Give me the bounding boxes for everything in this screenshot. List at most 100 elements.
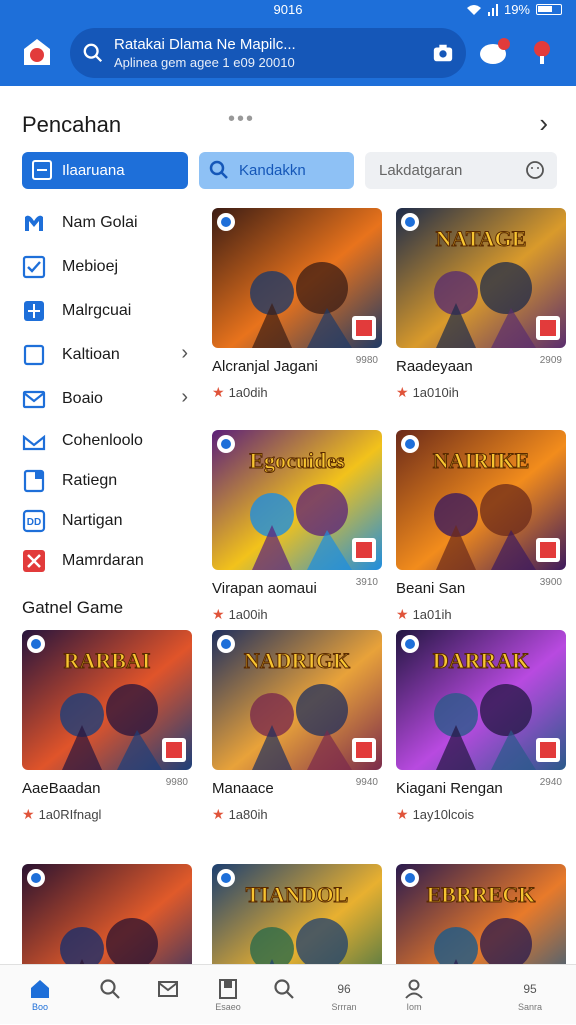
sidebar-item-8[interactable]: DD Nartigan	[22, 506, 192, 536]
game-title: Virapan aomaui	[212, 580, 317, 597]
svg-text:NATAGE: NATAGE	[436, 226, 527, 251]
nav-item[interactable]: 96 Srrran	[312, 965, 376, 1025]
sidebar-item-label: Nam Golai	[62, 214, 138, 231]
game-count: 9980	[165, 777, 188, 788]
nav-item[interactable]: Esaeo	[196, 965, 260, 1025]
battery-percent: 19%	[503, 2, 530, 17]
game-thumbnail[interactable]: RARBAI	[22, 630, 192, 770]
game-thumbnail[interactable]: NATAGE	[396, 208, 566, 348]
nav-item[interactable]: Iom	[382, 965, 446, 1025]
chat-icon[interactable]	[476, 34, 512, 70]
x-badge-icon	[23, 550, 45, 572]
smiley-icon	[526, 161, 544, 179]
wifi-icon	[466, 4, 481, 15]
tab-label: Lakdatgaran	[379, 162, 463, 179]
search-icon	[83, 43, 103, 63]
sidebar-item-label: Ratiegn	[62, 472, 118, 489]
game-rating: ★ 1a0dih	[212, 384, 268, 401]
tab-filter[interactable]: Lakdatgaran	[365, 152, 557, 189]
nav-item[interactable]	[136, 965, 200, 1025]
game-thumbnail[interactable]: DARRAK	[396, 630, 566, 770]
game-rating: ★ 1ay10lcois	[396, 806, 474, 823]
app-bar: Ratakai Dlama Ne Mapilc... Aplinea gem a…	[0, 20, 576, 86]
chevron-right-icon: ›	[181, 386, 188, 408]
sidebar-item-6[interactable]: Cohenloolo	[22, 426, 192, 456]
game-rating: ★ 1a80ih	[212, 806, 268, 823]
sidebar-item-4[interactable]: Kaltioan ›	[22, 340, 192, 370]
game-count: 3910	[355, 577, 378, 588]
nav-label: Boo	[31, 1002, 48, 1012]
svg-text:DD: DD	[27, 517, 41, 528]
star-icon: ★	[396, 806, 409, 822]
game-thumbnail[interactable]: NAIRIKE	[396, 430, 566, 570]
sidebar-item-label: Mamrdaran	[62, 552, 144, 569]
sidebar-item-label: Cohenloolo	[62, 432, 143, 449]
game-thumbnail[interactable]: NADRIGK	[212, 630, 382, 770]
nav-item[interactable]	[252, 965, 316, 1025]
home-icon	[31, 980, 49, 998]
bookmark-icon	[219, 979, 237, 999]
search-bar[interactable]: Ratakai Dlama Ne Mapilc... Aplinea gem a…	[70, 28, 466, 78]
game-count: 3900	[539, 577, 562, 588]
game-thumbnail[interactable]	[212, 208, 382, 348]
sidebar-item-label: Mebioej	[62, 258, 119, 275]
svg-text:RARBAI: RARBAI	[64, 648, 151, 673]
app-logo-icon[interactable]	[20, 35, 54, 69]
star-icon: ★	[396, 384, 409, 400]
sidebar-item-5[interactable]: Boaio ›	[22, 384, 192, 414]
camera-icon[interactable]	[432, 42, 454, 64]
square-outline-icon	[23, 344, 45, 366]
nav-item[interactable]: Boo	[8, 965, 72, 1025]
game-title: Beani San	[396, 580, 466, 597]
page-header: Pencahan ••• ›	[0, 88, 576, 148]
search-line-2: Aplinea gem agee 1 e09 20010	[114, 55, 295, 70]
svg-text:Egocuides: Egocuides	[249, 448, 345, 473]
notification-icon[interactable]	[524, 34, 560, 70]
star-icon: ★	[22, 806, 35, 822]
rating-value: 1a0dih	[228, 385, 268, 400]
nav-item[interactable]	[78, 965, 142, 1025]
tab-search[interactable]: Kandakkn	[199, 152, 354, 189]
rating-value: 1a80ih	[228, 807, 268, 822]
nav-label: Esaeo	[215, 1002, 241, 1012]
rating-value: 1ay10lcois	[412, 807, 474, 822]
document-icon	[23, 469, 45, 493]
chevron-right-icon[interactable]: ›	[539, 108, 548, 139]
nav-item[interactable]: 95 Sanra	[498, 965, 562, 1025]
rating-value: 1a010ih	[412, 385, 459, 400]
sidebar-item-label: Boaio	[62, 390, 103, 407]
game-rating: ★ 1a01ih	[396, 606, 452, 623]
svg-text:95: 95	[523, 982, 537, 996]
list-box-icon	[32, 160, 52, 180]
game-count: 9940	[355, 777, 378, 788]
more-dots-icon[interactable]: •••	[228, 108, 255, 131]
game-title: AaeBaadan	[22, 780, 101, 797]
sidebar-item-2[interactable]: Mebioej	[22, 252, 192, 282]
mail-icon	[22, 390, 46, 409]
sidebar-item-label: Malrgcuai	[62, 302, 132, 319]
checkbox-icon	[22, 255, 46, 279]
star-icon: ★	[212, 606, 225, 622]
sidebar-item-7[interactable]: Ratiegn	[22, 466, 192, 496]
game-count: 9980	[355, 355, 378, 366]
tab-label: Ilaaruana	[62, 162, 125, 179]
mail-icon	[158, 981, 178, 997]
chevron-right-icon: ›	[181, 342, 188, 364]
sidebar-item-9[interactable]: Mamrdaran	[22, 546, 192, 576]
star-icon: ★	[212, 384, 225, 400]
bottom-nav: Boo Esaeo 96 Srrran Iom 95 Sanra	[0, 964, 576, 1024]
game-thumbnail[interactable]: Egocuides	[212, 430, 382, 570]
svg-text:96: 96	[337, 982, 351, 996]
section-title: Gatnel Game	[22, 598, 124, 617]
mail-open-icon	[22, 434, 46, 451]
svg-text:EBRRECK: EBRRECK	[427, 882, 536, 907]
tab-primary[interactable]: Ilaaruana	[22, 152, 188, 189]
sidebar-item-1[interactable]: Nam Golai	[22, 208, 192, 238]
grid-icon	[24, 301, 44, 321]
search-icon	[100, 979, 120, 999]
star-icon: ★	[212, 806, 225, 822]
page-title: Pencahan	[22, 112, 122, 137]
user-icon	[405, 979, 423, 999]
game-title: Alcranjal Jagani	[212, 358, 318, 375]
sidebar-item-3[interactable]: Malrgcuai	[22, 296, 192, 326]
